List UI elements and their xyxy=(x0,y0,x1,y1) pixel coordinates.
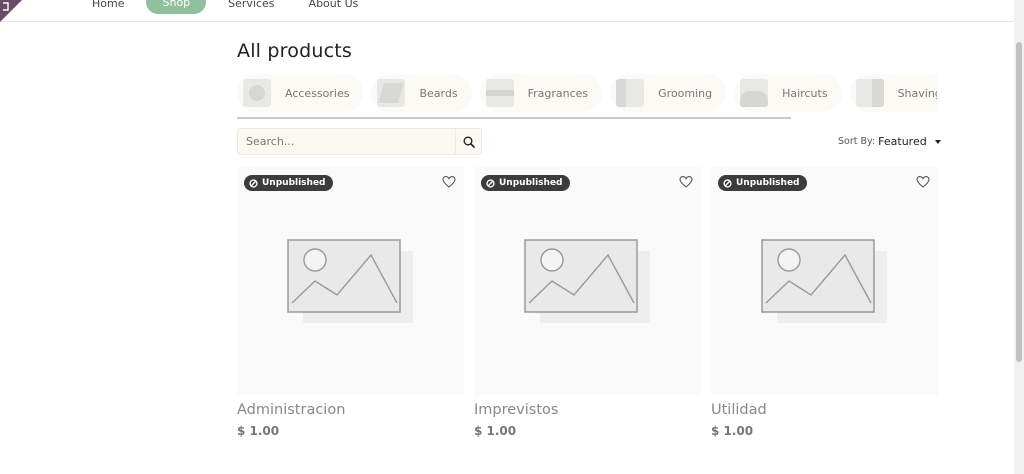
page-title: All products xyxy=(237,40,352,62)
product-image[interactable]: Unpublished xyxy=(474,167,701,395)
category-thumbnail xyxy=(485,79,514,107)
product-card[interactable]: Unpublished Utilidad $ 1.00 xyxy=(711,167,938,438)
category-haircuts[interactable]: Haircuts xyxy=(734,74,842,112)
status-badge: Unpublished xyxy=(718,175,807,191)
editor-corner-icon[interactable] xyxy=(0,0,22,22)
page-scrollbar[interactable] xyxy=(1014,0,1024,474)
sort-value: Featured xyxy=(878,135,927,148)
category-label: Accessories xyxy=(285,86,350,100)
status-badge: Unpublished xyxy=(481,175,570,191)
category-thumbnail xyxy=(855,79,884,107)
category-grooming[interactable]: Grooming xyxy=(610,74,727,112)
category-beards[interactable]: Beards xyxy=(371,74,472,112)
nav-item-shop[interactable]: Shop xyxy=(146,0,207,14)
product-price: $ 1.00 xyxy=(237,424,280,438)
product-name[interactable]: Imprevistos xyxy=(474,402,701,418)
search-input[interactable] xyxy=(238,129,455,154)
product-grid: Unpublished Administracion $ 1.00 Unpubl xyxy=(237,167,938,438)
ban-icon xyxy=(249,178,258,188)
status-badge: Unpublished xyxy=(244,175,333,191)
sort-label: Sort By: xyxy=(838,136,876,147)
search-button[interactable] xyxy=(455,129,481,154)
product-name[interactable]: Utilidad xyxy=(711,402,938,418)
product-card[interactable]: Unpublished Administracion $ 1.00 xyxy=(237,167,464,438)
product-name[interactable]: Administracion xyxy=(237,402,464,418)
sort-dropdown[interactable]: Sort By: Featured xyxy=(838,135,941,148)
category-shaving[interactable]: Shaving xyxy=(849,74,937,112)
chevron-down-icon xyxy=(934,139,941,144)
badge-label: Unpublished xyxy=(262,178,326,188)
badge-label: Unpublished xyxy=(499,178,563,188)
image-placeholder-icon xyxy=(287,239,413,323)
nav-item-services[interactable]: Services xyxy=(216,0,286,13)
category-accessories[interactable]: Accessories xyxy=(237,74,364,112)
category-label: Haircuts xyxy=(782,86,828,100)
product-image[interactable]: Unpublished xyxy=(237,167,464,395)
category-scroll-indicator xyxy=(237,117,791,119)
category-strip: Accessories Beards Fragrances Grooming H… xyxy=(237,74,937,114)
scrollbar-thumb[interactable] xyxy=(1016,42,1022,362)
category-thumbnail xyxy=(377,79,406,107)
main-nav: Home Shop Services About Us xyxy=(80,0,370,14)
nav-item-home[interactable]: Home xyxy=(80,0,136,13)
category-label: Fragrances xyxy=(527,86,589,100)
category-thumbnail xyxy=(243,79,271,107)
product-price: $ 1.00 xyxy=(474,424,517,438)
product-card[interactable]: Unpublished Imprevistos $ 1.00 xyxy=(474,167,701,438)
heart-icon[interactable] xyxy=(916,175,930,189)
image-placeholder-icon xyxy=(761,239,887,323)
top-navbar: Home Shop Services About Us xyxy=(0,0,1014,22)
product-price: $ 1.00 xyxy=(711,424,754,438)
badge-label: Unpublished xyxy=(736,178,800,188)
category-thumbnail xyxy=(740,79,769,107)
product-search xyxy=(237,128,482,155)
ban-icon xyxy=(486,178,495,188)
image-placeholder-icon xyxy=(524,239,650,323)
category-label: Grooming xyxy=(658,86,713,100)
heart-icon[interactable] xyxy=(442,175,456,189)
search-icon xyxy=(463,136,475,148)
category-thumbnail xyxy=(616,79,645,107)
nav-item-about-us[interactable]: About Us xyxy=(297,0,371,13)
category-label: Beards xyxy=(419,86,458,100)
ban-icon xyxy=(723,178,732,188)
heart-icon[interactable] xyxy=(679,175,693,189)
category-label: Shaving xyxy=(897,86,937,100)
category-fragrances[interactable]: Fragrances xyxy=(479,74,603,112)
product-image[interactable]: Unpublished xyxy=(711,167,938,395)
